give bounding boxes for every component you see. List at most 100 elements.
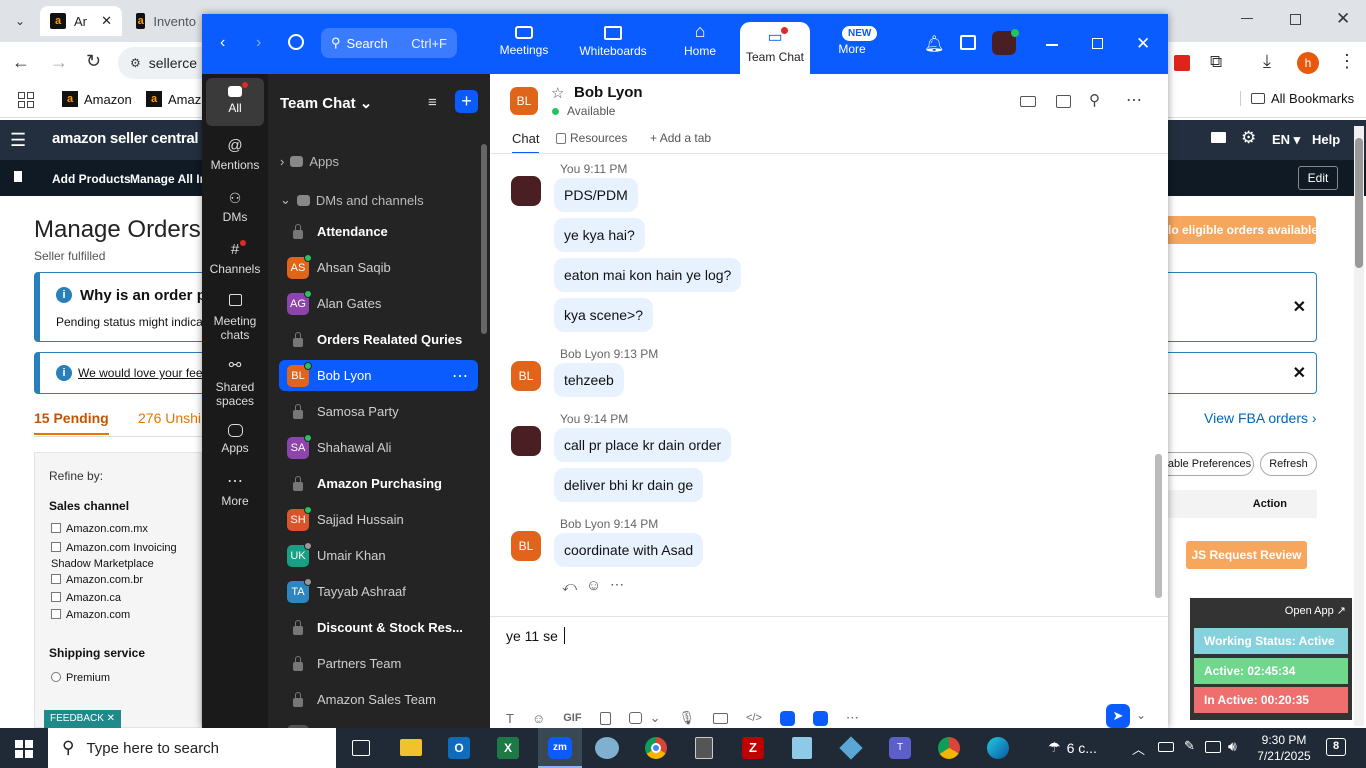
zoom-search[interactable]: ⚲ Search Ctrl+F: [321, 28, 457, 58]
tab-search-button[interactable]: ⌄: [10, 11, 30, 31]
site-info-icon[interactable]: ⚙: [130, 56, 141, 70]
request-review-button[interactable]: JS Request Review: [1186, 541, 1307, 569]
message-bubble[interactable]: kya scene>?: [554, 298, 653, 332]
tab-unshipped[interactable]: 276 Unshi: [138, 410, 201, 426]
table-preferences-button[interactable]: able Preferences: [1166, 452, 1254, 476]
filezilla-icon[interactable]: Z: [742, 737, 764, 759]
more-tools-icon[interactable]: ⋯: [846, 710, 859, 726]
dm-item[interactable]: SH Sajjad Hussain: [279, 504, 478, 535]
feedback-link[interactable]: We would love your feed: [78, 366, 209, 380]
network-icon[interactable]: [1205, 741, 1221, 753]
bell-icon[interactable]: 🔔︎: [924, 34, 944, 54]
checkbox[interactable]: [51, 523, 61, 533]
nav-apps[interactable]: Apps: [206, 424, 264, 455]
pdf-extension-icon[interactable]: [1174, 55, 1190, 71]
premium-option[interactable]: Premium: [51, 672, 110, 684]
hamburger-icon[interactable]: ☰: [10, 130, 26, 151]
chevron-down-icon[interactable]: ⌄: [650, 710, 661, 726]
volume-icon[interactable]: 🔊︎: [1228, 738, 1237, 755]
user-avatar[interactable]: [992, 29, 1019, 55]
outlook-icon[interactable]: O: [448, 737, 470, 759]
back-icon[interactable]: ←: [12, 52, 30, 73]
checkbox[interactable]: [51, 574, 61, 584]
excel-icon[interactable]: X: [497, 737, 519, 759]
section-dms-channels[interactable]: ⌄ DMs and channels: [280, 192, 424, 208]
user-avatar[interactable]: [511, 176, 541, 206]
nav-meeting-chats[interactable]: Meeting chats: [206, 294, 264, 342]
download-icon[interactable]: ⤓: [1263, 51, 1271, 72]
bookmark-amazon-2[interactable]: a Amaz: [146, 91, 201, 107]
checkbox[interactable]: [51, 542, 61, 552]
message-bubble[interactable]: tehzeeb: [554, 363, 624, 397]
mic-icon[interactable]: 🎙︎: [678, 710, 695, 726]
message-bubble[interactable]: eaton mai kon hain ye log?: [554, 258, 742, 292]
nav-all[interactable]: All: [206, 78, 264, 126]
send-button[interactable]: ➤: [1106, 704, 1130, 728]
dm-item[interactable]: BL Bob Lyon ⋯: [279, 360, 478, 391]
radio[interactable]: [51, 672, 61, 682]
all-bookmarks[interactable]: All Bookmarks: [1240, 91, 1354, 106]
app-icon-2[interactable]: [812, 710, 828, 726]
dm-item[interactable]: AG Alan Gates: [279, 288, 478, 319]
refresh-button[interactable]: Refresh: [1260, 452, 1317, 476]
notepad-icon[interactable]: [792, 737, 812, 759]
tab-chat[interactable]: Chat: [512, 131, 540, 154]
edit-button[interactable]: Edit: [1298, 166, 1338, 190]
mail-icon[interactable]: [1211, 132, 1226, 143]
profile-avatar[interactable]: h: [1297, 52, 1319, 74]
checkbox[interactable]: [51, 592, 61, 602]
tab-resources[interactable]: Resources: [556, 131, 627, 145]
dm-item[interactable]: TA Tayyab Ashraaf: [279, 576, 478, 607]
format-icon[interactable]: T: [506, 711, 514, 726]
back-icon[interactable]: ‹: [220, 34, 225, 52]
nav-dms[interactable]: ⚇ DMs: [206, 190, 264, 224]
clock[interactable]: 9:30 PM 7/21/2025: [1252, 732, 1316, 764]
chrome-profile-icon[interactable]: [938, 737, 960, 759]
search-icon[interactable]: ⚲: [1089, 91, 1100, 109]
star-icon[interactable]: ☆: [551, 84, 564, 102]
menu-icon[interactable]: ⋮: [1338, 51, 1356, 72]
video-message-icon[interactable]: [713, 712, 728, 724]
edge-icon[interactable]: [987, 737, 1009, 759]
user-avatar[interactable]: [511, 426, 541, 456]
screenshot-icon[interactable]: [628, 712, 642, 724]
weather-widget[interactable]: ☂ 6 c...: [1048, 739, 1097, 756]
help-link[interactable]: Help: [1312, 132, 1340, 147]
nav-mentions[interactable]: @ Mentions: [206, 138, 264, 173]
close-icon[interactable]: ✕: [1293, 363, 1306, 383]
new-chat-button[interactable]: +: [455, 90, 478, 113]
tab-meetings[interactable]: Meetings: [498, 22, 550, 57]
battery-icon[interactable]: [1158, 742, 1174, 752]
message-bubble[interactable]: ye kya hai?: [554, 218, 645, 252]
apps-grid-icon[interactable]: [18, 92, 34, 108]
tab-home[interactable]: ⌂ Home: [680, 22, 720, 58]
taskbar-search[interactable]: ⚲ Type here to search: [48, 728, 336, 768]
more-options-icon[interactable]: ⋯: [1126, 90, 1142, 110]
teams-icon[interactable]: T: [889, 737, 911, 759]
minimize-icon[interactable]: [1046, 44, 1058, 46]
channel-item[interactable]: Amazon Purchasing: [279, 468, 478, 499]
settings-icon[interactable]: ⚙: [1241, 128, 1256, 148]
pen-icon[interactable]: ✎: [1184, 738, 1195, 754]
message-bubble[interactable]: coordinate with Asad: [554, 533, 704, 567]
channel-item[interactable]: Partners Team: [279, 648, 478, 679]
close-icon[interactable]: ✕: [1293, 297, 1306, 317]
channel-item[interactable]: Amazon Sales Team: [279, 684, 478, 715]
section-apps[interactable]: › Apps: [280, 154, 339, 169]
message-input[interactable]: ye 11 se: [506, 627, 1146, 697]
channel-option[interactable]: Amazon.com: [51, 609, 130, 621]
zoom-taskbar-icon[interactable]: zm: [538, 728, 582, 768]
notification-center-icon[interactable]: 8: [1326, 738, 1346, 756]
contact-avatar[interactable]: BL: [511, 531, 541, 561]
nav-add-products[interactable]: Add Products: [52, 172, 131, 186]
channel-option[interactable]: Amazon.com Invoicing Shadow Marketplace: [51, 540, 201, 572]
calendar-icon[interactable]: [960, 35, 976, 50]
channel-item[interactable]: Discount & Stock Res...: [279, 612, 478, 643]
feedback-tab[interactable]: FEEDBACK ✕: [44, 710, 122, 728]
reply-icon[interactable]: ⤺: [562, 578, 577, 595]
forward-icon[interactable]: →: [50, 52, 68, 73]
tray-chevron-icon[interactable]: ︿: [1132, 739, 1145, 758]
message-bubble[interactable]: call pr place kr dain order: [554, 428, 732, 462]
filter-icon[interactable]: ≡: [428, 94, 437, 111]
amazon-logo[interactable]: amazon seller central: [52, 130, 199, 147]
